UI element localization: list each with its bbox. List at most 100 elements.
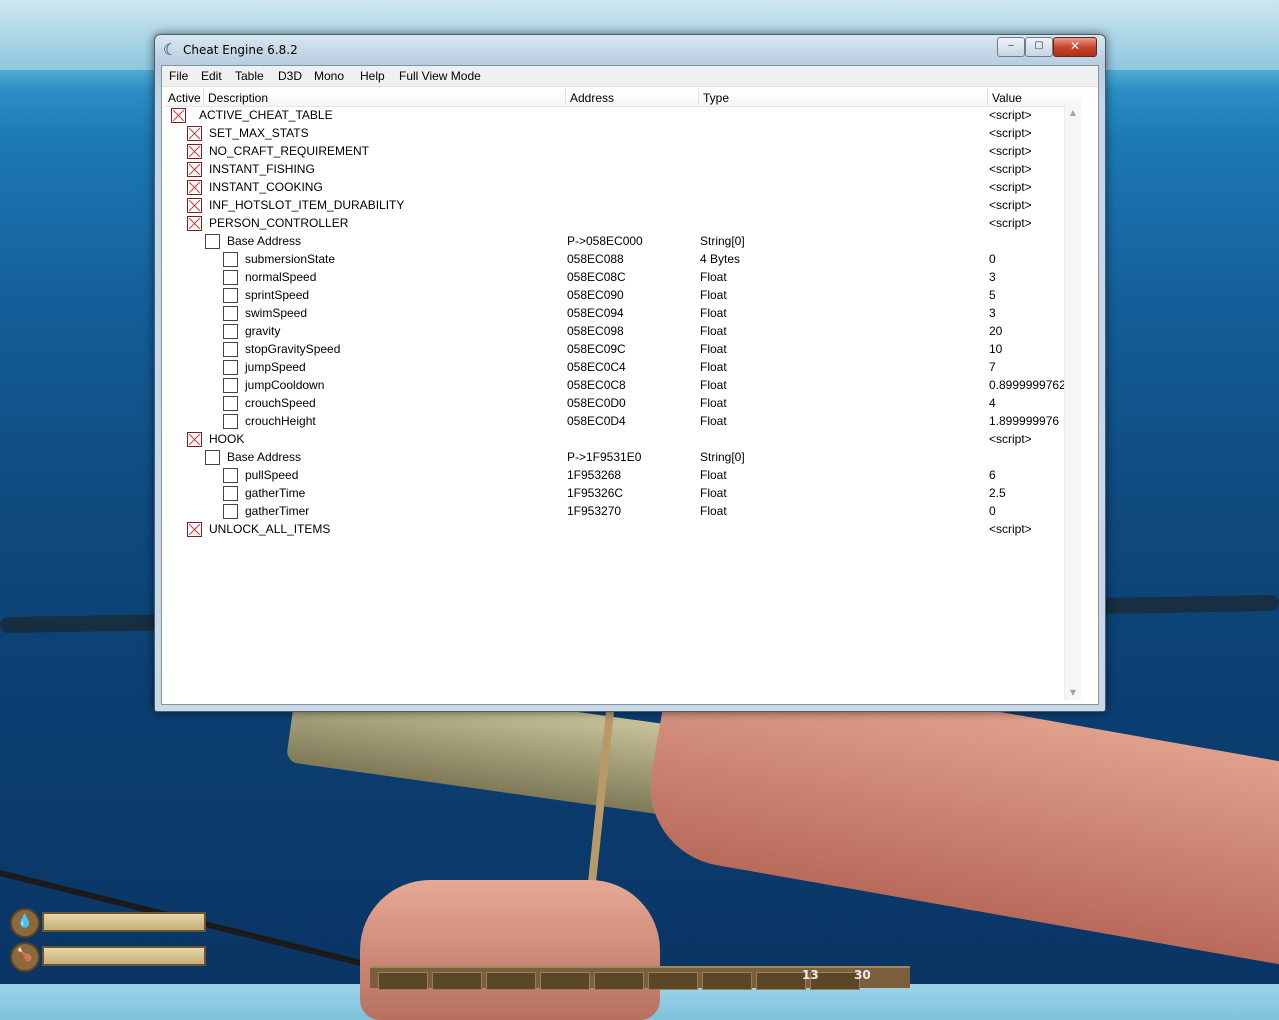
active-checkbox[interactable] [223, 288, 238, 303]
active-checkbox[interactable] [223, 324, 238, 339]
title-bar[interactable]: ☾ Cheat Engine 6.8.2 ‒ ▢ ✕ [155, 35, 1105, 65]
row-address: 058EC090 [567, 288, 624, 302]
active-checkbox[interactable] [223, 306, 238, 321]
active-checkbox[interactable] [223, 360, 238, 375]
active-checkbox[interactable] [223, 378, 238, 393]
active-checkbox[interactable] [187, 126, 202, 141]
vertical-scrollbar[interactable]: ▲ ▼ [1064, 106, 1081, 700]
active-checkbox[interactable] [187, 162, 202, 177]
table-row[interactable]: INSTANT_COOKING <script> [165, 178, 1081, 196]
menu-file[interactable]: File [169, 69, 188, 83]
row-address: P->1F9531E0 [567, 450, 642, 464]
column-description[interactable]: Description [208, 91, 268, 105]
table-row[interactable]: NO_CRAFT_REQUIREMENT <script> [165, 142, 1081, 160]
hotbar-slot[interactable] [702, 972, 752, 990]
active-checkbox[interactable] [223, 342, 238, 357]
active-checkbox[interactable] [223, 270, 238, 285]
hotbar: 13 30 [370, 966, 910, 990]
table-row[interactable]: swimSpeed 058EC094 Float 3 [165, 304, 1081, 322]
row-value: <script> [989, 432, 1032, 446]
menu-help[interactable]: Help [360, 69, 385, 83]
table-row[interactable]: ACTIVE_CHEAT_TABLE <script> [165, 106, 1081, 124]
row-description: gatherTimer [245, 504, 310, 518]
table-row[interactable]: gravity 058EC098 Float 20 [165, 322, 1081, 340]
table-row[interactable]: HOOK <script> [165, 430, 1081, 448]
table-row[interactable]: crouchSpeed 058EC0D0 Float 4 [165, 394, 1081, 412]
table-row[interactable]: PERSON_CONTROLLER <script> [165, 214, 1081, 232]
active-checkbox[interactable] [223, 396, 238, 411]
menu-mono[interactable]: Mono [314, 69, 344, 83]
table-row[interactable]: gatherTimer 1F953270 Float 0 [165, 502, 1081, 520]
hotbar-slot[interactable] [648, 972, 698, 990]
hotbar-count: 30 [854, 968, 871, 982]
table-row[interactable]: jumpCooldown 058EC0C8 Float 0.8999999762 [165, 376, 1081, 394]
row-description: gravity [245, 324, 281, 338]
food-icon: 🍗 [10, 942, 40, 972]
active-checkbox[interactable] [187, 198, 202, 213]
active-checkbox[interactable] [187, 180, 202, 195]
minimize-button[interactable]: ‒ [997, 37, 1025, 57]
table-row[interactable]: INF_HOTSLOT_ITEM_DURABILITY <script> [165, 196, 1081, 214]
table-row[interactable]: submersionState 058EC088 4 Bytes 0 [165, 250, 1081, 268]
table-row[interactable]: Base Address P->1F9531E0 String[0] [165, 448, 1081, 466]
active-checkbox[interactable] [223, 468, 238, 483]
menu-d3d[interactable]: D3D [278, 69, 302, 83]
row-description: INSTANT_COOKING [209, 180, 323, 194]
column-type[interactable]: Type [703, 91, 729, 105]
table-row[interactable]: stopGravitySpeed 058EC09C Float 10 [165, 340, 1081, 358]
active-checkbox[interactable] [187, 432, 202, 447]
table-row[interactable]: SET_MAX_STATS <script> [165, 124, 1081, 142]
row-type: Float [700, 468, 727, 482]
maximize-button[interactable]: ▢ [1025, 37, 1053, 57]
active-checkbox[interactable] [223, 252, 238, 267]
table-row[interactable]: UNLOCK_ALL_ITEMS <script> [165, 520, 1081, 538]
active-checkbox[interactable] [187, 522, 202, 537]
column-address[interactable]: Address [570, 91, 614, 105]
thirst-fill [42, 912, 206, 932]
row-address: 1F953268 [567, 468, 622, 482]
row-address: 058EC098 [567, 324, 624, 338]
hotbar-slot[interactable] [756, 972, 806, 990]
row-description: NO_CRAFT_REQUIREMENT [209, 144, 370, 158]
row-address: 058EC0D4 [567, 414, 626, 428]
row-value: <script> [989, 162, 1032, 176]
menu-table[interactable]: Table [235, 69, 264, 83]
table-row[interactable]: gatherTime 1F95326C Float 2.5 [165, 484, 1081, 502]
active-checkbox[interactable] [187, 144, 202, 159]
hunger-fill [42, 946, 206, 966]
column-value[interactable]: Value [992, 91, 1022, 105]
active-checkbox[interactable] [171, 108, 186, 123]
hotbar-slot[interactable] [540, 972, 590, 990]
hotbar-slot[interactable] [594, 972, 644, 990]
scroll-up-icon[interactable]: ▲ [1068, 108, 1078, 118]
row-value: 10 [989, 342, 1003, 356]
table-row[interactable]: Base Address P->058EC000 String[0] [165, 232, 1081, 250]
table-row[interactable]: INSTANT_FISHING <script> [165, 160, 1081, 178]
scroll-down-icon[interactable]: ▼ [1068, 688, 1078, 698]
table-row[interactable]: sprintSpeed 058EC090 Float 5 [165, 286, 1081, 304]
active-checkbox[interactable] [223, 486, 238, 501]
column-active[interactable]: Active [168, 91, 201, 105]
hotbar-slot[interactable] [432, 972, 482, 990]
hotbar-slot[interactable] [486, 972, 536, 990]
row-address: P->058EC000 [567, 234, 643, 248]
row-address: 058EC0D0 [567, 396, 626, 410]
active-checkbox[interactable] [187, 216, 202, 231]
close-button[interactable]: ✕ [1053, 37, 1097, 57]
table-row[interactable]: normalSpeed 058EC08C Float 3 [165, 268, 1081, 286]
table-row[interactable]: pullSpeed 1F953268 Float 6 [165, 466, 1081, 484]
table-row[interactable]: crouchHeight 058EC0D4 Float 1.899999976 [165, 412, 1081, 430]
active-checkbox[interactable] [205, 234, 220, 249]
active-checkbox[interactable] [223, 504, 238, 519]
row-address: 1F953270 [567, 504, 622, 518]
hotbar-slot[interactable] [378, 972, 428, 990]
table-row[interactable]: jumpSpeed 058EC0C4 Float 7 [165, 358, 1081, 376]
row-type: Float [700, 486, 727, 500]
menu-edit[interactable]: Edit [201, 69, 222, 83]
menu-full-view-mode[interactable]: Full View Mode [399, 69, 481, 83]
active-checkbox[interactable] [223, 414, 238, 429]
menu-bar: File Edit Table D3D Mono Help Full View … [162, 66, 1098, 87]
row-address: 058EC094 [567, 306, 624, 320]
row-description: UNLOCK_ALL_ITEMS [209, 522, 331, 536]
active-checkbox[interactable] [205, 450, 220, 465]
